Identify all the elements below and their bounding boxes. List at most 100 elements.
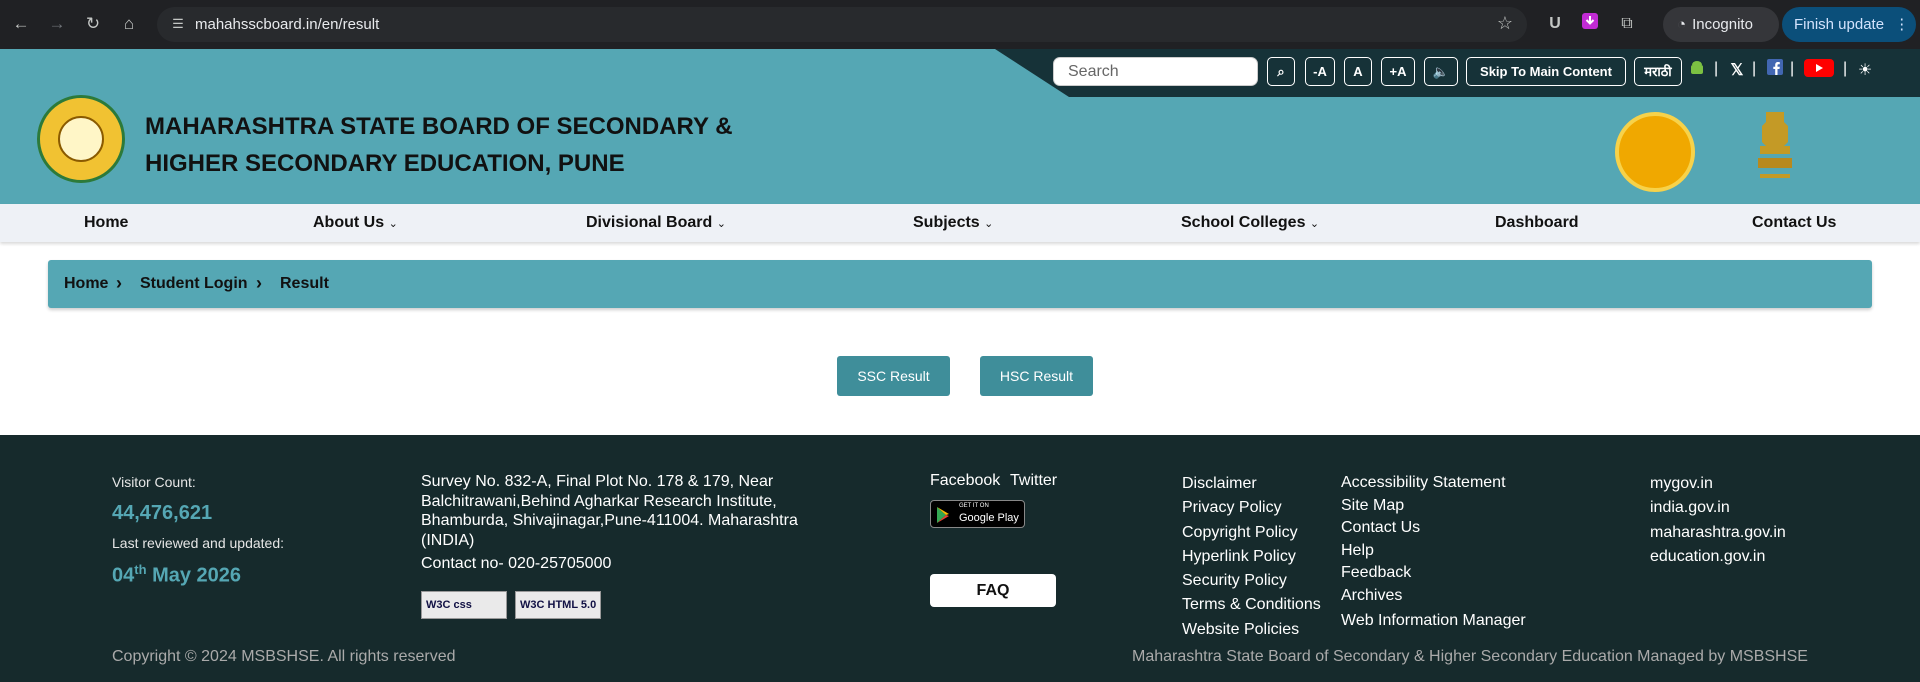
info-links: Accessibility Statement Site Map Contact…	[1341, 472, 1526, 633]
extension-download-icon[interactable]	[1578, 12, 1602, 36]
nav-divisional-board[interactable]: Divisional Board ⌄	[586, 214, 726, 232]
search-input[interactable]: Search	[1053, 57, 1258, 86]
visitor-count: 44,476,621	[112, 502, 213, 524]
policy-links: Disclaimer Privacy Policy Copyright Poli…	[1182, 472, 1321, 642]
contact-number: Contact no- 020-25705000	[421, 555, 612, 572]
x-twitter-icon[interactable]: 𝕏	[1725, 59, 1749, 83]
footer-link-web-information-manager[interactable]: Web Information Manager	[1341, 610, 1526, 633]
managed-by-text: Maharashtra State Board of Secondary & H…	[1132, 648, 1808, 665]
board-title-line2: HIGHER SECONDARY EDUCATION, PUNE	[145, 150, 625, 177]
divider: |	[1752, 60, 1757, 77]
address-bar[interactable]: ☰ mahahsscboard.in/en/result ☆	[157, 7, 1527, 42]
footer-link-terms-conditions[interactable]: Terms & Conditions	[1182, 593, 1321, 617]
forward-icon[interactable]: →	[45, 12, 69, 36]
nav-subjects[interactable]: Subjects ⌄	[913, 214, 993, 232]
language-toggle-button[interactable]: मराठी	[1634, 57, 1682, 86]
kebab-menu-icon[interactable]: ⋮	[1894, 16, 1909, 33]
twitter-link[interactable]: Twitter	[1010, 472, 1057, 490]
chevron-down-icon: ⌄	[1309, 218, 1320, 230]
facebook-icon[interactable]	[1763, 59, 1787, 83]
last-reviewed-suffix: th	[134, 562, 147, 577]
address: Survey No. 832-A, Final Plot No. 178 & 1…	[421, 472, 798, 550]
font-increase-button[interactable]: +A	[1381, 57, 1415, 86]
footer-link-security-policy[interactable]: Security Policy	[1182, 569, 1321, 593]
nav-dashboard[interactable]: Dashboard	[1495, 214, 1579, 232]
address-line: (INDIA)	[421, 531, 475, 549]
google-play-icon	[937, 507, 949, 523]
footer-link-website-policies[interactable]: Website Policies	[1182, 618, 1321, 642]
footer-link-accessibility-statement[interactable]: Accessibility Statement	[1341, 472, 1526, 495]
font-decrease-button[interactable]: -A	[1305, 57, 1335, 86]
extensions-puzzle-icon[interactable]: ⧉	[1615, 12, 1639, 36]
nav-contact-us[interactable]: Contact Us	[1752, 214, 1836, 232]
nav-subjects-label: Subjects	[913, 214, 980, 231]
footer-link-education-gov[interactable]: education.gov.in	[1650, 545, 1786, 569]
font-normal-button[interactable]: A	[1344, 57, 1372, 86]
youtube-icon[interactable]	[1803, 59, 1835, 83]
reload-icon[interactable]: ↻	[81, 12, 105, 36]
footer-link-india-gov[interactable]: india.gov.in	[1650, 496, 1786, 520]
board-title: MAHARASHTRA STATE BOARD OF SECONDARY & H…	[145, 108, 733, 182]
hsc-result-button[interactable]: HSC Result	[980, 356, 1093, 396]
nav-school-colleges[interactable]: School Colleges ⌄	[1181, 214, 1319, 232]
footer-link-help[interactable]: Help	[1341, 540, 1526, 563]
footer-link-archives[interactable]: Archives	[1341, 585, 1526, 608]
ssc-result-button[interactable]: SSC Result	[837, 356, 950, 396]
last-reviewed-day: 04	[112, 564, 135, 587]
speaker-icon: 🔈	[1432, 64, 1450, 79]
footer-link-site-map[interactable]: Site Map	[1341, 495, 1526, 518]
faq-button[interactable]: FAQ	[930, 574, 1056, 607]
footer-link-hyperlink-policy[interactable]: Hyperlink Policy	[1182, 545, 1321, 569]
external-links: mygov.in india.gov.in maharashtra.gov.in…	[1650, 472, 1786, 569]
footer-link-copyright-policy[interactable]: Copyright Policy	[1182, 521, 1321, 545]
copyright-text: Copyright © 2024 MSBSHSE. All rights res…	[112, 648, 456, 665]
last-reviewed-date: 04th May 2026	[112, 562, 241, 588]
w3c-html-badge[interactable]: W3C HTML 5.0	[515, 591, 601, 619]
site-settings-icon[interactable]: ☰	[169, 15, 187, 33]
nav-school-colleges-label: School Colleges	[1181, 214, 1306, 231]
footer-link-disclaimer[interactable]: Disclaimer	[1182, 472, 1321, 496]
visitor-count-label: Visitor Count:	[112, 474, 196, 490]
address-line: Survey No. 832-A, Final Plot No. 178 & 1…	[421, 473, 774, 490]
theme-toggle-sun-icon[interactable]: ☀	[1853, 59, 1877, 83]
search-button[interactable]: ⌕	[1267, 57, 1295, 86]
last-reviewed-month-year: May 2026	[146, 564, 242, 587]
maharashtra-emblem	[1615, 112, 1695, 192]
footer-link-maharashtra-gov[interactable]: maharashtra.gov.in	[1650, 521, 1786, 545]
breadcrumb-student-login[interactable]: Student Login	[140, 275, 248, 293]
home-icon[interactable]: ⌂	[117, 12, 141, 36]
skip-to-main-button[interactable]: Skip To Main Content	[1466, 57, 1626, 86]
footer-link-feedback[interactable]: Feedback	[1341, 562, 1526, 585]
nav-about-us-label: About Us	[313, 214, 385, 231]
chevron-right-icon: ›	[256, 273, 262, 293]
footer-link-mygov[interactable]: mygov.in	[1650, 472, 1786, 496]
finish-update-label: Finish update	[1794, 16, 1885, 33]
address-line: Bhamburda, Shivajinagar,Pune-411004. Mah…	[421, 512, 798, 529]
finish-update-button[interactable]: Finish update ⋮	[1782, 7, 1916, 42]
footer-link-privacy-policy[interactable]: Privacy Policy	[1182, 496, 1321, 520]
extension-u-icon[interactable]: U	[1543, 12, 1567, 36]
bookmark-star-icon[interactable]: ☆	[1497, 13, 1513, 34]
divider: |	[1843, 60, 1848, 77]
android-icon[interactable]	[1685, 59, 1709, 83]
breadcrumb-home[interactable]: Home	[64, 275, 108, 293]
facebook-link[interactable]: Facebook	[930, 472, 1000, 490]
screen-reader-button[interactable]: 🔈	[1424, 57, 1458, 86]
chevron-down-icon: ⌄	[984, 218, 994, 230]
nav-about-us[interactable]: About Us ⌄	[313, 214, 398, 232]
chevron-right-icon: ›	[116, 273, 122, 293]
back-icon[interactable]: ←	[9, 12, 33, 36]
w3c-css-badge[interactable]: W3C css	[421, 591, 507, 619]
nav-home[interactable]: Home	[84, 214, 128, 232]
google-play-text: Google Play	[959, 512, 1019, 524]
chevron-down-icon: ⌄	[388, 218, 398, 230]
msbshse-logo[interactable]	[37, 95, 125, 183]
google-play-badge[interactable]: GET IT ON Google Play	[930, 500, 1025, 528]
nav-divisional-board-label: Divisional Board	[586, 214, 713, 231]
breadcrumb: Home › Student Login › Result	[48, 260, 1872, 308]
divider: |	[1790, 60, 1795, 77]
incognito-indicator[interactable]: ◔ Incognito	[1663, 7, 1779, 42]
browser-toolbar: ← → ↻ ⌂ ☰ mahahsscboard.in/en/result ☆ U…	[0, 0, 1920, 49]
address-line: Balchitrawani,Behind Agharkar Research I…	[421, 492, 777, 510]
footer-link-contact-us[interactable]: Contact Us	[1341, 517, 1526, 540]
